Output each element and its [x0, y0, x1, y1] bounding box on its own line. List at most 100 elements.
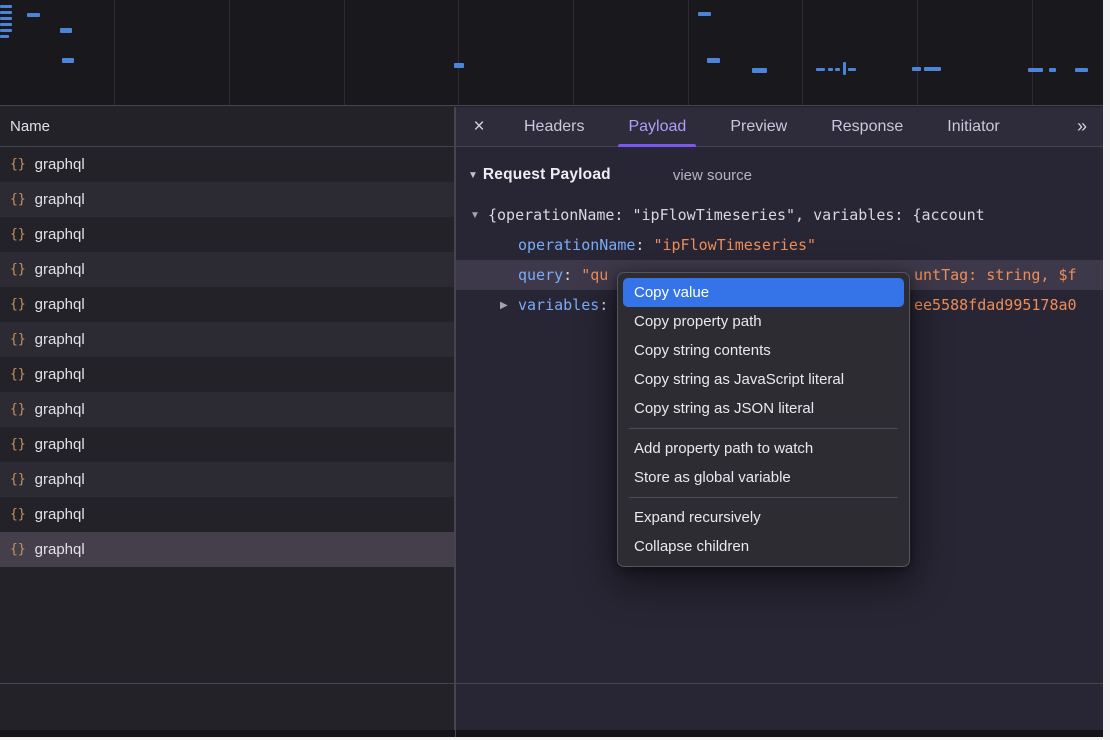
- menu-item-copy-property-path[interactable]: Copy property path: [623, 307, 904, 336]
- clipped-value-fragment: ee5588fdad995178a0: [914, 290, 1077, 320]
- json-braces-icon: {}: [10, 542, 26, 557]
- network-request-row[interactable]: {} graphql: [0, 392, 454, 427]
- network-activity-bar: [843, 62, 846, 75]
- status-bar-divider: [0, 683, 1103, 684]
- clipped-value-fragment: untTag: string, $f: [914, 260, 1077, 290]
- network-activity-bar: [0, 17, 12, 20]
- request-name: graphql: [35, 156, 85, 173]
- timeline-gridline: [458, 0, 459, 105]
- menu-item-copy-string-as-javascript-literal[interactable]: Copy string as JavaScript literal: [623, 365, 904, 394]
- json-braces-icon: {}: [10, 262, 26, 277]
- network-activity-bar: [848, 68, 856, 71]
- network-request-row[interactable]: {} graphql: [0, 532, 454, 567]
- network-activity-bar: [0, 35, 9, 38]
- request-name: graphql: [35, 261, 85, 278]
- context-menu: Copy value Copy property path Copy strin…: [617, 272, 910, 567]
- panel-splitter[interactable]: [455, 107, 456, 737]
- request-name: graphql: [35, 506, 85, 523]
- json-braces-icon: {}: [10, 297, 26, 312]
- network-request-row[interactable]: {} graphql: [0, 427, 454, 462]
- network-activity-bar: [752, 68, 767, 73]
- close-icon[interactable]: ×: [456, 107, 502, 146]
- request-name: graphql: [35, 191, 85, 208]
- key-separator: :: [599, 296, 617, 314]
- request-name: graphql: [35, 226, 85, 243]
- network-activity-bar: [828, 68, 833, 71]
- tab-preview[interactable]: Preview: [708, 107, 809, 146]
- menu-item-store-as-global-variable[interactable]: Store as global variable: [623, 463, 904, 492]
- tab-payload[interactable]: Payload: [606, 107, 708, 146]
- network-activity-bar: [27, 13, 40, 17]
- collapsed-triangle-icon[interactable]: ▶: [500, 300, 518, 311]
- view-source-link[interactable]: view source: [673, 167, 752, 184]
- name-column-header[interactable]: Name: [0, 107, 454, 147]
- network-request-row[interactable]: {} graphql: [0, 287, 454, 322]
- network-activity-bar: [1028, 68, 1043, 72]
- network-request-row[interactable]: {} graphql: [0, 147, 454, 182]
- json-braces-icon: {}: [10, 437, 26, 452]
- network-request-row[interactable]: {} graphql: [0, 182, 454, 217]
- timeline-gridline: [229, 0, 230, 105]
- disclosure-triangle-icon: ▼: [468, 170, 478, 181]
- timeline-gridline: [114, 0, 115, 105]
- request-payload-section-header[interactable]: ▼ Request Payload view source: [456, 159, 1103, 191]
- network-request-row[interactable]: {} graphql: [0, 462, 454, 497]
- network-activity-bar: [0, 29, 12, 32]
- summary-text: {operationName: "ipFlowTimeseries", vari…: [488, 206, 985, 224]
- request-name: graphql: [35, 296, 85, 313]
- network-activity-bar: [924, 67, 941, 71]
- network-request-row[interactable]: {} graphql: [0, 322, 454, 357]
- network-request-row[interactable]: {} graphql: [0, 252, 454, 287]
- network-request-row[interactable]: {} graphql: [0, 217, 454, 252]
- network-activity-bar: [707, 58, 720, 63]
- name-column-label: Name: [10, 118, 50, 135]
- timeline-gridline: [688, 0, 689, 105]
- property-value: "ipFlowTimeseries": [653, 236, 816, 254]
- menu-item-copy-string-contents[interactable]: Copy string contents: [623, 336, 904, 365]
- key-separator: :: [635, 236, 653, 254]
- menu-item-collapse-children[interactable]: Collapse children: [623, 532, 904, 561]
- property-key: operationName: [518, 236, 635, 254]
- details-tab-bar: × Headers Payload Preview Response Initi…: [456, 107, 1103, 147]
- tab-initiator[interactable]: Initiator: [925, 107, 1021, 146]
- network-activity-bar: [835, 68, 840, 71]
- network-request-row[interactable]: {} graphql: [0, 357, 454, 392]
- request-name: graphql: [35, 436, 85, 453]
- request-name: graphql: [35, 331, 85, 348]
- network-activity-bar: [454, 63, 464, 68]
- section-title: Request Payload: [483, 166, 611, 184]
- property-key: variables: [518, 296, 599, 314]
- json-braces-icon: {}: [10, 192, 26, 207]
- tab-response[interactable]: Response: [809, 107, 925, 146]
- menu-item-add-property-path-to-watch[interactable]: Add property path to watch: [623, 434, 904, 463]
- json-braces-icon: {}: [10, 507, 26, 522]
- network-request-row[interactable]: {} graphql: [0, 497, 454, 532]
- more-tabs-icon[interactable]: »: [1061, 107, 1103, 146]
- timeline-gridline: [802, 0, 803, 105]
- json-braces-icon: {}: [10, 402, 26, 417]
- menu-item-copy-value[interactable]: Copy value: [623, 278, 904, 307]
- window-bottom-edge: [0, 730, 1103, 737]
- menu-item-copy-string-as-json-literal[interactable]: Copy string as JSON literal: [623, 394, 904, 423]
- timeline-gridline: [917, 0, 918, 105]
- network-overview-timeline[interactable]: [0, 0, 1103, 106]
- network-activity-bar: [60, 28, 72, 33]
- property-key: query: [518, 266, 563, 284]
- expanded-triangle-icon[interactable]: ▼: [470, 210, 488, 221]
- timeline-gridline: [1032, 0, 1033, 105]
- payload-summary-row[interactable]: ▼{operationName: "ipFlowTimeseries", var…: [456, 200, 1103, 230]
- json-braces-icon: {}: [10, 157, 26, 172]
- property-row-operation-name[interactable]: operationName: "ipFlowTimeseries": [456, 230, 1103, 260]
- network-activity-bar: [0, 11, 12, 14]
- menu-separator: [629, 428, 898, 429]
- menu-item-expand-recursively[interactable]: Expand recursively: [623, 503, 904, 532]
- json-braces-icon: {}: [10, 472, 26, 487]
- network-activity-bar: [912, 67, 921, 71]
- request-name: graphql: [35, 366, 85, 383]
- key-separator: :: [563, 266, 581, 284]
- json-braces-icon: {}: [10, 332, 26, 347]
- tab-headers[interactable]: Headers: [502, 107, 606, 146]
- network-activity-bar: [62, 58, 74, 63]
- timeline-gridline: [573, 0, 574, 105]
- network-activity-bar: [0, 5, 12, 8]
